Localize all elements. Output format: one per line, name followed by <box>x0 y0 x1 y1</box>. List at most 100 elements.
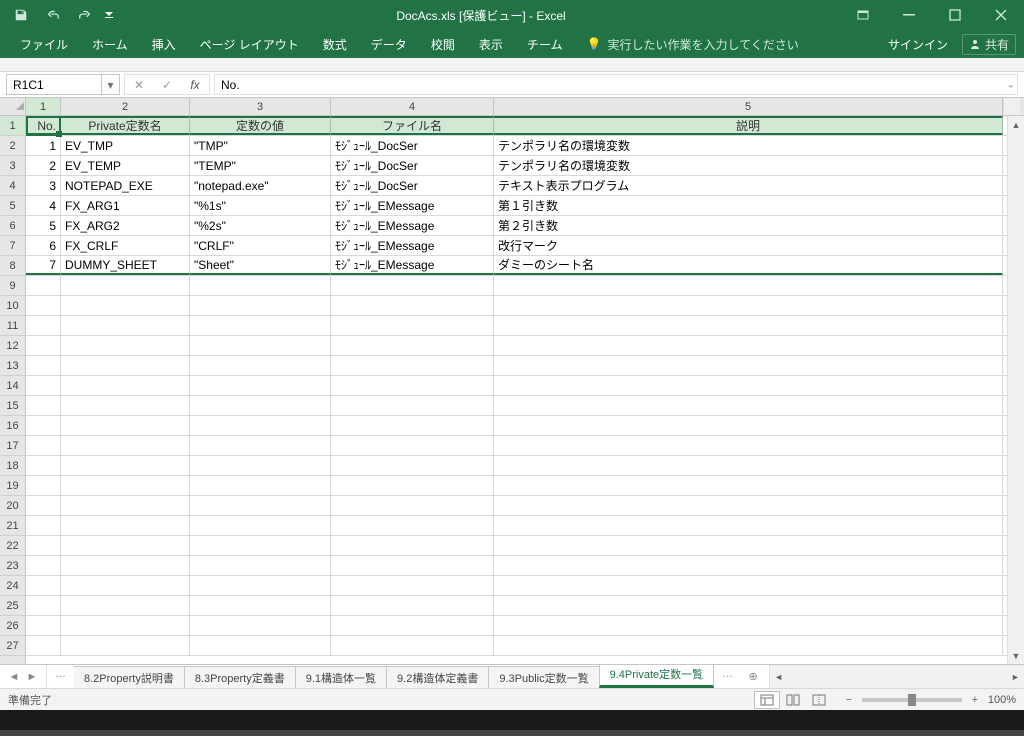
empty-cell[interactable] <box>494 556 1003 575</box>
maximize-button[interactable] <box>932 0 978 30</box>
sheet-tab[interactable]: 8.2Property説明書 <box>74 666 185 688</box>
empty-cell[interactable] <box>190 596 331 615</box>
empty-cell[interactable] <box>190 336 331 355</box>
empty-cell[interactable] <box>331 316 494 335</box>
empty-cell[interactable] <box>26 356 61 375</box>
cell-desc[interactable]: 第２引き数 <box>494 216 1003 235</box>
cell-desc[interactable]: テンポラリ名の環境変数 <box>494 136 1003 155</box>
empty-cell[interactable] <box>61 536 190 555</box>
tab-view[interactable]: 表示 <box>467 30 515 58</box>
empty-cell[interactable] <box>494 596 1003 615</box>
row-header-9[interactable]: 9 <box>0 276 25 296</box>
empty-cell[interactable] <box>494 456 1003 475</box>
empty-cell[interactable] <box>331 416 494 435</box>
empty-cell[interactable] <box>26 436 61 455</box>
sheet-tab[interactable]: 9.4Private定数一覧 <box>599 665 715 688</box>
cell-no[interactable]: 3 <box>26 176 61 195</box>
empty-cell[interactable] <box>61 296 190 315</box>
empty-cell[interactable] <box>494 516 1003 535</box>
name-box-dropdown[interactable]: ▾ <box>102 74 120 95</box>
tell-me-search[interactable]: 💡 実行したい作業を入力してください <box>574 30 810 58</box>
tab-data[interactable]: データ <box>359 30 419 58</box>
header-cell-desc[interactable]: 説明 <box>494 116 1003 135</box>
empty-cell[interactable] <box>331 336 494 355</box>
cell-name[interactable]: FX_ARG2 <box>61 216 190 235</box>
empty-cell[interactable] <box>61 276 190 295</box>
empty-cell[interactable] <box>26 636 61 655</box>
empty-cell[interactable] <box>61 636 190 655</box>
empty-cell[interactable] <box>61 556 190 575</box>
empty-cell[interactable] <box>190 396 331 415</box>
empty-cell[interactable] <box>190 276 331 295</box>
row-header-2[interactable]: 2 <box>0 136 25 156</box>
select-all-button[interactable] <box>0 98 26 115</box>
empty-cell[interactable] <box>61 456 190 475</box>
row-header-4[interactable]: 4 <box>0 176 25 196</box>
sheet-tab[interactable]: 9.1構造体一覧 <box>295 666 387 688</box>
empty-cell[interactable] <box>26 536 61 555</box>
empty-cell[interactable] <box>61 376 190 395</box>
cell-no[interactable]: 4 <box>26 196 61 215</box>
column-header-3[interactable]: 3 <box>190 98 331 115</box>
sheet-nav-next[interactable]: ► <box>24 671 40 683</box>
scroll-down-button[interactable]: ▼ <box>1008 647 1024 664</box>
insert-function-button[interactable]: fx <box>181 75 209 94</box>
empty-cell[interactable] <box>26 336 61 355</box>
empty-cell[interactable] <box>190 296 331 315</box>
empty-cell[interactable] <box>61 496 190 515</box>
empty-cell[interactable] <box>494 336 1003 355</box>
empty-cell[interactable] <box>494 476 1003 495</box>
tab-page-layout[interactable]: ページ レイアウト <box>188 30 311 58</box>
empty-cell[interactable] <box>190 616 331 635</box>
cell-file[interactable]: ﾓｼﾞｭｰﾙ_EMessage <box>331 216 494 235</box>
empty-cell[interactable] <box>331 476 494 495</box>
empty-cell[interactable] <box>61 436 190 455</box>
cell-desc[interactable]: テキスト表示プログラム <box>494 176 1003 195</box>
empty-cell[interactable] <box>26 416 61 435</box>
row-header-20[interactable]: 20 <box>0 496 25 516</box>
row-header-27[interactable]: 27 <box>0 636 25 656</box>
cell-value[interactable]: "CRLF" <box>190 236 331 255</box>
tab-file[interactable]: ファイル <box>8 30 80 58</box>
row-header-14[interactable]: 14 <box>0 376 25 396</box>
view-normal-button[interactable] <box>754 691 780 709</box>
enter-formula-button[interactable]: ✓ <box>153 75 181 94</box>
empty-cell[interactable] <box>331 576 494 595</box>
empty-cell[interactable] <box>61 336 190 355</box>
row-header-17[interactable]: 17 <box>0 436 25 456</box>
tab-team[interactable]: チーム <box>515 30 575 58</box>
empty-cell[interactable] <box>26 276 61 295</box>
empty-cell[interactable] <box>26 576 61 595</box>
row-header-22[interactable]: 22 <box>0 536 25 556</box>
row-header-23[interactable]: 23 <box>0 556 25 576</box>
empty-cell[interactable] <box>494 276 1003 295</box>
sheet-tab[interactable]: 9.3Public定数一覧 <box>488 666 599 688</box>
empty-cell[interactable] <box>190 516 331 535</box>
empty-cell[interactable] <box>61 316 190 335</box>
row-header-13[interactable]: 13 <box>0 356 25 376</box>
empty-cell[interactable] <box>26 516 61 535</box>
empty-cell[interactable] <box>331 516 494 535</box>
view-page-layout-button[interactable] <box>780 691 806 709</box>
qat-customize-button[interactable] <box>102 11 116 19</box>
cell-value[interactable]: "TMP" <box>190 136 331 155</box>
empty-cell[interactable] <box>331 376 494 395</box>
empty-cell[interactable] <box>331 296 494 315</box>
row-header-15[interactable]: 15 <box>0 396 25 416</box>
close-button[interactable] <box>978 0 1024 30</box>
header-cell-name[interactable]: Private定数名 <box>61 116 190 135</box>
vertical-scrollbar[interactable]: ▲ ▼ <box>1007 116 1024 664</box>
empty-cell[interactable] <box>494 316 1003 335</box>
sheet-tabs-more-left[interactable]: … <box>47 665 74 688</box>
empty-cell[interactable] <box>494 636 1003 655</box>
row-header-21[interactable]: 21 <box>0 516 25 536</box>
empty-cell[interactable] <box>190 576 331 595</box>
sheet-nav-prev[interactable]: ◄ <box>6 671 22 683</box>
cell-file[interactable]: ﾓｼﾞｭｰﾙ_DocSer <box>331 136 494 155</box>
empty-cell[interactable] <box>331 356 494 375</box>
empty-cell[interactable] <box>494 356 1003 375</box>
empty-cell[interactable] <box>190 456 331 475</box>
row-header-8[interactable]: 8 <box>0 256 25 276</box>
empty-cell[interactable] <box>61 416 190 435</box>
name-box[interactable]: R1C1 <box>6 74 102 95</box>
